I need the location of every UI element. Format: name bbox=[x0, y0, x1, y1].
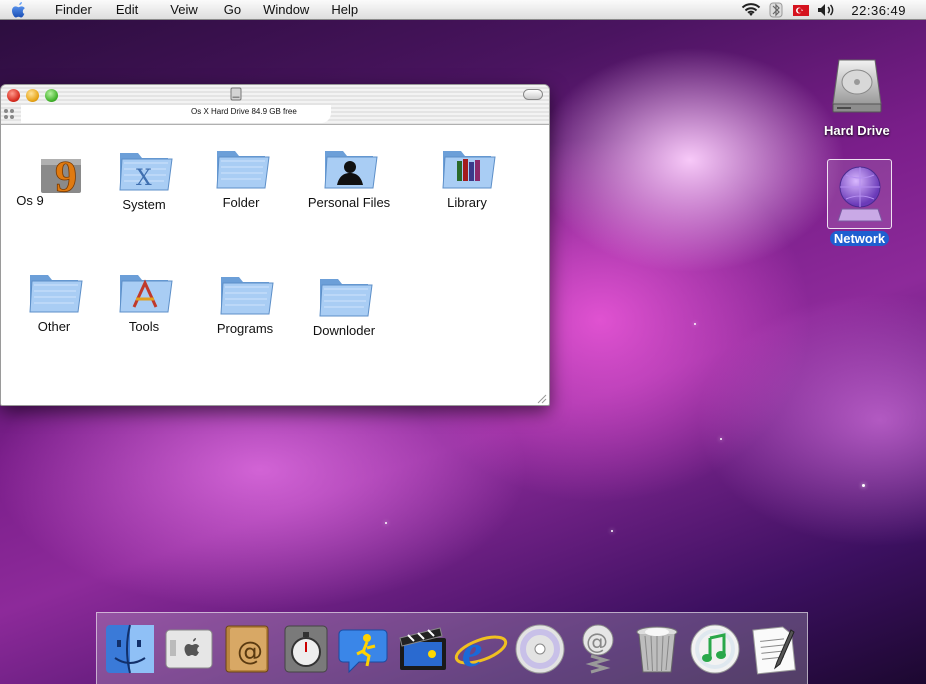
desktop-icon-hard-drive[interactable]: Hard Drive bbox=[824, 56, 890, 138]
menubar: Finder Edit Veiw Go Window Help 22:36:49 bbox=[0, 0, 926, 20]
window-status-bar: Os X Hard Drive 84.9 GB free bbox=[1, 105, 549, 124]
bluetooth-icon[interactable] bbox=[765, 0, 787, 20]
aim-icon bbox=[338, 629, 388, 673]
tools-folder-icon bbox=[114, 261, 174, 317]
finder-item-system[interactable]: X System bbox=[89, 139, 199, 212]
textedit-icon bbox=[752, 625, 796, 674]
dvd-player-icon bbox=[515, 624, 565, 673]
window-content: 9 Os 9 X System Folder Personal Files Li… bbox=[1, 125, 549, 405]
system-preferences-dock-item[interactable] bbox=[160, 620, 218, 678]
folder-icon bbox=[211, 137, 271, 193]
trash-icon bbox=[636, 626, 678, 672]
star-decoration bbox=[385, 522, 387, 524]
trash-dock-item[interactable] bbox=[628, 620, 686, 678]
desktop-icon-label: Hard Drive bbox=[824, 123, 890, 138]
finder-item-programs[interactable]: Programs bbox=[190, 263, 300, 336]
toolbar-toggle-button[interactable] bbox=[523, 89, 543, 100]
finder-item-tools[interactable]: Tools bbox=[89, 261, 199, 334]
finder-item-label: Os 9 bbox=[16, 193, 44, 208]
menubar-clock[interactable]: 22:36:49 bbox=[851, 3, 906, 18]
finder-item-folder[interactable]: Folder bbox=[186, 137, 296, 210]
textedit-dock-item[interactable] bbox=[745, 620, 803, 678]
finder-item-library[interactable]: Library bbox=[412, 137, 522, 210]
system-preferences-icon bbox=[165, 629, 213, 668]
desktop-icon-label: Network bbox=[829, 231, 890, 246]
svg-text:@: @ bbox=[237, 637, 263, 667]
system-folder-icon: X bbox=[114, 139, 174, 195]
menu-view[interactable]: Veiw bbox=[150, 0, 209, 20]
resize-handle-icon[interactable] bbox=[535, 391, 547, 404]
menu-window[interactable]: Window bbox=[253, 0, 321, 20]
menu-help[interactable]: Help bbox=[321, 0, 370, 20]
window-zoom-button[interactable] bbox=[45, 89, 58, 102]
user-folder-icon bbox=[319, 137, 379, 193]
window-minimize-button[interactable] bbox=[26, 89, 39, 102]
dvd-player-dock-item[interactable] bbox=[511, 620, 569, 678]
grip-icon bbox=[4, 109, 16, 121]
star-decoration bbox=[694, 323, 696, 325]
stopwatch-dock-item[interactable] bbox=[277, 620, 335, 678]
mail-dock-item[interactable]: @ bbox=[569, 620, 627, 678]
flag-icon[interactable] bbox=[790, 0, 812, 20]
folder-icon bbox=[215, 263, 275, 319]
finder-window: Os X Hard Drive 84.9 GB free 9 Os 9 X Sy… bbox=[0, 84, 550, 406]
internet-explorer-icon: e bbox=[455, 625, 508, 676]
svg-text:9: 9 bbox=[55, 152, 77, 201]
finder-icon bbox=[106, 624, 155, 673]
address-book-icon: @ bbox=[225, 625, 269, 672]
hard-drive-icon bbox=[827, 56, 887, 121]
aim-dock-item[interactable] bbox=[335, 620, 393, 678]
volume-icon[interactable] bbox=[815, 0, 837, 20]
finder-item-label: System bbox=[122, 197, 166, 212]
menu-edit[interactable]: Edit bbox=[104, 0, 150, 20]
itunes-icon bbox=[690, 624, 740, 673]
window-titlebar[interactable]: Os X Hard Drive 84.9 GB free bbox=[1, 85, 549, 125]
svg-text:e: e bbox=[462, 625, 482, 676]
svg-text:X: X bbox=[136, 166, 152, 191]
finder-item-label: Other bbox=[37, 319, 71, 334]
star-decoration bbox=[862, 484, 865, 487]
folder-icon bbox=[24, 261, 84, 317]
desktop-icon-network[interactable]: Network bbox=[827, 159, 892, 246]
finder-item-label: Folder bbox=[222, 195, 260, 210]
star-decoration bbox=[611, 530, 613, 532]
finder-item-label: Personal Files bbox=[307, 195, 391, 210]
svg-text:@: @ bbox=[586, 630, 608, 655]
stopwatch-icon bbox=[284, 625, 328, 672]
finder-item-label: Library bbox=[447, 195, 487, 210]
menu-go[interactable]: Go bbox=[210, 0, 253, 20]
finder-item-personal-files[interactable]: Personal Files bbox=[294, 137, 404, 210]
finder-item-downloder[interactable]: Downloder bbox=[289, 265, 399, 338]
network-icon bbox=[827, 159, 892, 229]
finder-item-label: Programs bbox=[216, 321, 274, 336]
mail-icon: @ bbox=[582, 624, 614, 673]
finder-item-os9[interactable]: 9 Os 9 bbox=[1, 145, 85, 208]
folder-icon bbox=[314, 265, 374, 321]
hard-drive-proxy-icon[interactable] bbox=[229, 87, 243, 101]
window-close-button[interactable] bbox=[7, 89, 20, 102]
imovie-icon bbox=[399, 626, 446, 670]
apple-menu-icon[interactable] bbox=[0, 0, 38, 20]
status-text: Os X Hard Drive 84.9 GB free bbox=[21, 105, 331, 123]
menu-finder[interactable]: Finder bbox=[38, 0, 104, 20]
finder-item-label: Tools bbox=[128, 319, 160, 334]
dock: @ e @ bbox=[96, 612, 808, 684]
imovie-dock-item[interactable] bbox=[394, 620, 452, 678]
address-book-dock-item[interactable]: @ bbox=[218, 620, 276, 678]
finder-dock-item[interactable] bbox=[101, 620, 159, 678]
wifi-icon[interactable] bbox=[740, 0, 762, 20]
itunes-dock-item[interactable] bbox=[686, 620, 744, 678]
star-decoration bbox=[720, 438, 722, 440]
library-folder-icon bbox=[437, 137, 497, 193]
internet-explorer-dock-item[interactable]: e bbox=[452, 620, 510, 678]
finder-item-label: Downloder bbox=[312, 323, 376, 338]
